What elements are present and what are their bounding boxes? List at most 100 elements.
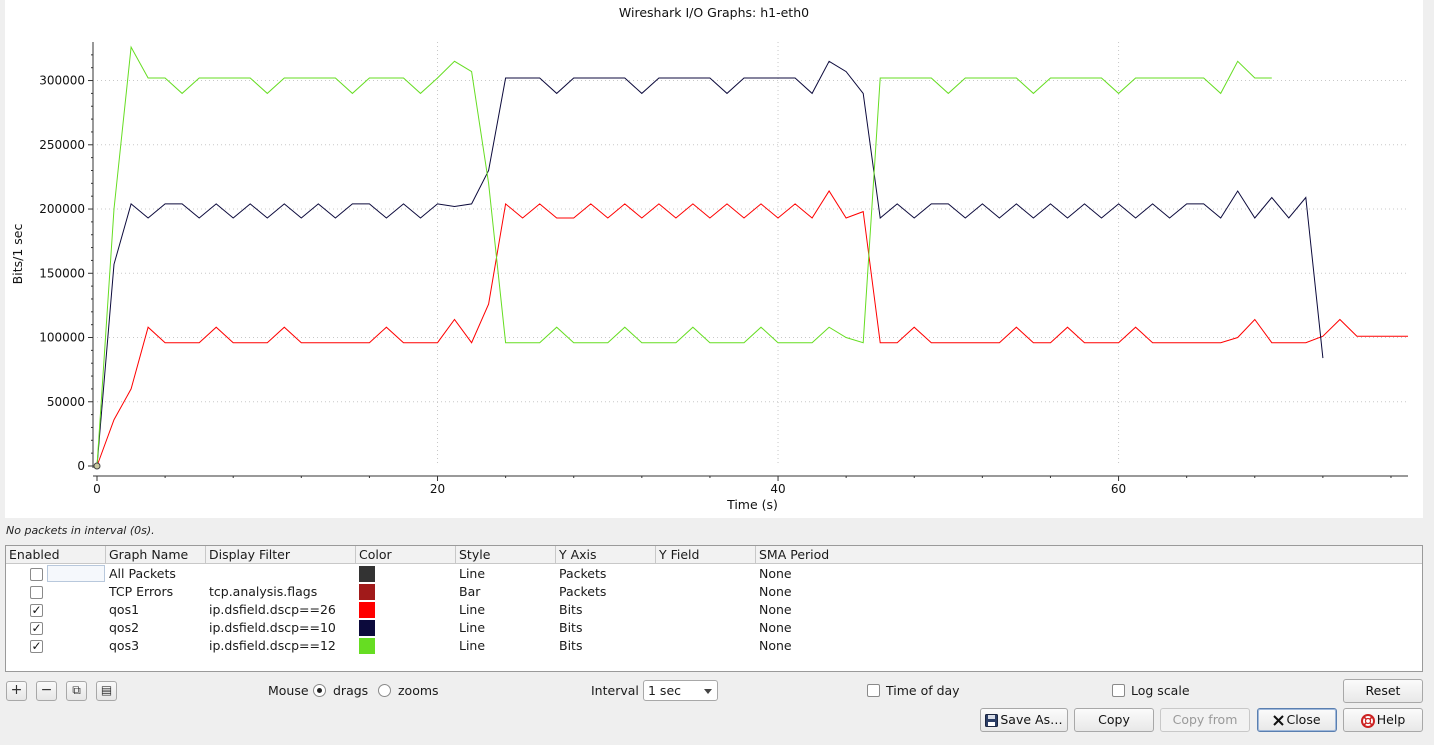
zooms-label[interactable]: zooms xyxy=(398,683,439,698)
cell-y-axis[interactable]: Packets xyxy=(559,583,606,601)
column-header-sma-period[interactable]: SMA Period xyxy=(756,546,876,564)
drags-label[interactable]: drags xyxy=(333,683,368,698)
interval-label: Interval xyxy=(591,683,639,698)
table-row[interactable]: ✓ qos2 ip.dsfield.dscp==10 Line Bits None xyxy=(6,619,1422,637)
cell-name[interactable]: TCP Errors xyxy=(109,583,173,601)
color-swatch[interactable] xyxy=(359,638,375,654)
origin-marker xyxy=(93,462,101,470)
cell-name[interactable]: All Packets xyxy=(109,565,176,583)
column-header-color[interactable]: Color xyxy=(356,546,456,564)
copy-button[interactable]: Copy xyxy=(1074,708,1154,732)
x-tick-label: 20 xyxy=(430,482,445,496)
cell-filter[interactable]: ip.dsfield.dscp==12 xyxy=(209,637,336,655)
column-header-y-field[interactable]: Y Field xyxy=(656,546,756,564)
time-of-day-checkbox[interactable] xyxy=(867,684,880,697)
cell-style[interactable]: Line xyxy=(459,601,485,619)
io-graph-chart[interactable]: Wireshark I/O Graphs: h1-eth0 0 50000 10000… xyxy=(5,0,1423,518)
y-tick-label: 50000 xyxy=(47,395,85,409)
y-axis-label: Bits/1 sec xyxy=(10,224,25,285)
help-button[interactable]: Help xyxy=(1343,708,1423,732)
cell-style[interactable]: Bar xyxy=(459,583,480,601)
remove-graph-button[interactable]: − xyxy=(36,681,57,701)
column-header-enabled[interactable]: Enabled xyxy=(6,546,106,564)
zooms-radio[interactable] xyxy=(378,684,391,697)
cell-sma[interactable]: None xyxy=(759,619,792,637)
color-swatch[interactable] xyxy=(359,620,375,636)
copy-graph-button[interactable]: ⧉ xyxy=(66,681,87,701)
chevron-down-icon xyxy=(704,689,712,694)
copy-from-button[interactable]: Copy from xyxy=(1160,708,1250,732)
enabled-checkbox[interactable]: ✓ xyxy=(30,640,43,653)
interval-select[interactable]: 1 sec xyxy=(643,680,718,701)
cell-name[interactable]: qos3 xyxy=(109,637,139,655)
cell-sma[interactable]: None xyxy=(759,583,792,601)
column-header-style[interactable]: Style xyxy=(456,546,556,564)
y-tick-label: 300000 xyxy=(39,74,85,88)
column-header-graph-name[interactable]: Graph Name xyxy=(106,546,206,564)
y-tick-label: 150000 xyxy=(39,266,85,280)
clear-graphs-button[interactable]: ▤ xyxy=(96,681,117,701)
enabled-checkbox[interactable]: ✓ xyxy=(30,622,43,635)
mouse-label: Mouse xyxy=(268,683,309,698)
close-icon xyxy=(1273,715,1285,726)
floppy-disk-icon xyxy=(985,714,999,727)
enabled-checkbox[interactable] xyxy=(30,568,43,581)
time-of-day-label[interactable]: Time of day xyxy=(886,683,960,698)
cell-style[interactable]: Line xyxy=(459,619,485,637)
cell-name[interactable]: qos1 xyxy=(109,601,139,619)
cell-sma[interactable]: None xyxy=(759,637,792,655)
cell-style[interactable]: Line xyxy=(459,637,485,655)
drags-radio[interactable] xyxy=(313,684,326,697)
table-row[interactable]: All Packets Line Packets None xyxy=(6,565,1422,583)
io-graph-plot[interactable]: Wireshark I/O Graphs: h1-eth0 0 50000 10000… xyxy=(5,0,1423,518)
x-tick-label: 60 xyxy=(1111,482,1126,496)
reset-button[interactable]: Reset xyxy=(1343,679,1423,703)
y-tick-label: 250000 xyxy=(39,138,85,152)
table-row[interactable]: TCP Errors tcp.analysis.flags Bar Packets No… xyxy=(6,583,1422,601)
x-axis-label: Time (s) xyxy=(726,497,778,512)
cell-filter[interactable]: ip.dsfield.dscp==26 xyxy=(209,601,336,619)
cell-name[interactable]: qos2 xyxy=(109,619,139,637)
close-button[interactable]: Close xyxy=(1257,708,1337,732)
table-header: Enabled Graph Name Display Filter Color … xyxy=(6,546,1422,564)
log-scale-label[interactable]: Log scale xyxy=(1131,683,1190,698)
y-tick-label: 100000 xyxy=(39,331,85,345)
column-header-y-axis[interactable]: Y Axis xyxy=(556,546,656,564)
x-tick-label: 0 xyxy=(93,482,101,496)
color-swatch[interactable] xyxy=(359,584,375,600)
cell-style[interactable]: Line xyxy=(459,565,485,583)
x-tick-label: 40 xyxy=(770,482,785,496)
table-row[interactable]: ✓ qos3 ip.dsfield.dscp==12 Line Bits None xyxy=(6,637,1422,655)
chart-title: Wireshark I/O Graphs: h1-eth0 xyxy=(619,5,809,20)
log-scale-checkbox[interactable] xyxy=(1112,684,1125,697)
cell-y-axis[interactable]: Packets xyxy=(559,565,606,583)
interval-value: 1 sec xyxy=(648,683,682,698)
table-row[interactable]: ✓ qos1 ip.dsfield.dscp==26 Line Bits None xyxy=(6,601,1422,619)
enabled-checkbox[interactable] xyxy=(30,586,43,599)
cell-filter[interactable]: ip.dsfield.dscp==10 xyxy=(209,619,336,637)
help-label: Help xyxy=(1376,712,1406,727)
y-tick-label: 0 xyxy=(77,459,85,473)
column-header-display-filter[interactable]: Display Filter xyxy=(206,546,356,564)
graph-table[interactable]: Enabled Graph Name Display Filter Color … xyxy=(5,545,1423,672)
y-tick-label: 200000 xyxy=(39,202,85,216)
enabled-checkbox[interactable]: ✓ xyxy=(30,604,43,617)
add-graph-button[interactable]: + xyxy=(6,681,27,701)
close-label: Close xyxy=(1286,712,1321,727)
save-as-label: Save As… xyxy=(1000,712,1063,727)
series-line-qos2 xyxy=(96,60,1324,467)
series-line-qos3 xyxy=(96,45,1272,467)
color-swatch[interactable] xyxy=(359,566,375,582)
cell-sma[interactable]: None xyxy=(759,601,792,619)
status-message: No packets in interval (0s). xyxy=(6,524,155,537)
cell-editor[interactable] xyxy=(47,565,105,582)
cell-sma[interactable]: None xyxy=(759,565,792,583)
color-swatch[interactable] xyxy=(359,602,375,618)
cell-y-axis[interactable]: Bits xyxy=(559,637,582,655)
cell-y-axis[interactable]: Bits xyxy=(559,601,582,619)
help-lifebuoy-icon xyxy=(1360,713,1375,728)
save-as-button[interactable]: Save As… xyxy=(980,708,1068,732)
cell-y-axis[interactable]: Bits xyxy=(559,619,582,637)
cell-filter[interactable]: tcp.analysis.flags xyxy=(209,583,317,601)
series-line-qos1 xyxy=(96,190,1408,467)
